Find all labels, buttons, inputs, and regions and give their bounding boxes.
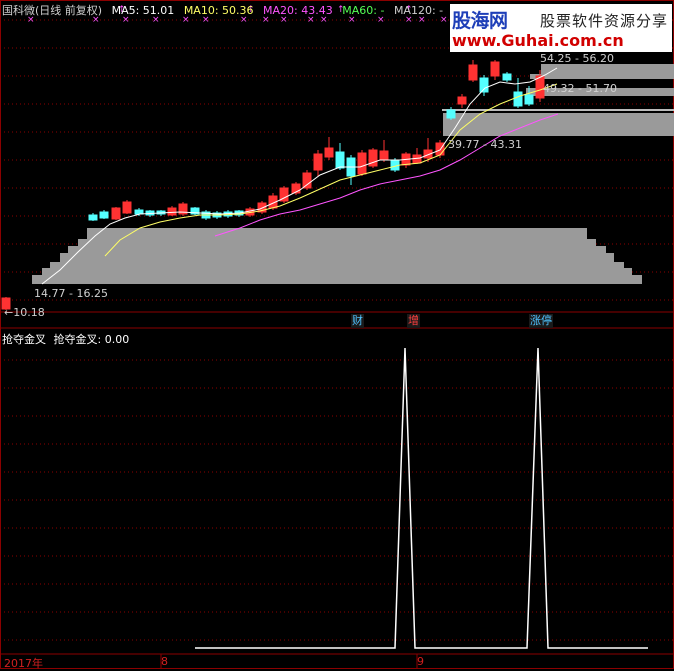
candle-36 <box>479 77 489 93</box>
candle-35 <box>468 64 478 81</box>
zone-label-2: 49.32 - 51.70 <box>543 82 617 95</box>
candle-37 <box>490 61 500 77</box>
x-label-sep: 9 <box>417 655 424 668</box>
candle-4 <box>122 201 132 214</box>
ma-legend: 国科微(日线 前复权) MA5: 51.01 MA10: 50.36 MA20:… <box>2 2 449 18</box>
logo-name: 股海网 <box>452 10 508 32</box>
logo-url: www.Guhai.com.cn <box>452 31 624 50</box>
zone-label-1: 54.25 - 56.20 <box>540 52 614 65</box>
candle-2 <box>99 211 109 219</box>
legend-ma20: MA20: 43.43 <box>263 4 333 17</box>
event-marker-limit-up[interactable]: 涨停 <box>529 314 553 328</box>
candle-21 <box>313 153 323 171</box>
candle-22 <box>324 147 334 158</box>
event-marker-increase[interactable]: 增 <box>407 314 420 328</box>
zone-bar-thin <box>442 109 674 111</box>
x-label-aug: 8 <box>161 655 168 668</box>
event-marker-finance[interactable]: 财 <box>351 314 364 328</box>
candle-8 <box>167 207 177 216</box>
candle-5 <box>134 209 144 215</box>
candle-23 <box>335 151 345 169</box>
candle-25 <box>357 152 367 175</box>
logo-slogan: 股票软件资源分享 <box>540 12 669 30</box>
indicator-title: 抢夺金叉 抢夺金叉: 0.00 <box>2 331 129 347</box>
legend-title: 国科微(日线 前复权) <box>2 4 103 17</box>
candle-34 <box>457 96 467 105</box>
indicator-name: 抢夺金叉 <box>2 333 46 346</box>
watermark-logo: 股海网 股票软件资源分享 www.Guhai.com.cn <box>450 4 672 52</box>
candle-38 <box>502 73 512 81</box>
indicator-value: 抢夺金叉: 0.00 <box>53 333 130 346</box>
candle-3 <box>111 207 121 220</box>
zone-label-4: 14.77 - 16.25 <box>34 287 108 300</box>
candle-20 <box>302 172 312 189</box>
zone-label-3: 39.77 - 43.31 <box>448 138 522 151</box>
candle-39 <box>513 91 523 107</box>
legend-ma5: MA5: 51.01 <box>111 4 175 17</box>
legend-ma60: MA60: - <box>342 4 385 17</box>
candle-1 <box>88 214 98 221</box>
legend-ma120: MA120: - <box>393 4 444 17</box>
candle-27 <box>379 150 389 161</box>
low-price-label: ←10.18 <box>4 306 45 319</box>
candle-32 <box>435 142 445 156</box>
legend-ma10: MA10: 50.36 <box>183 4 254 17</box>
zone-bar-6 <box>32 275 642 284</box>
candle-33 <box>446 109 456 119</box>
indicator-line <box>195 347 648 649</box>
candle-40 <box>524 94 534 105</box>
zone-bar-9 <box>541 64 674 77</box>
